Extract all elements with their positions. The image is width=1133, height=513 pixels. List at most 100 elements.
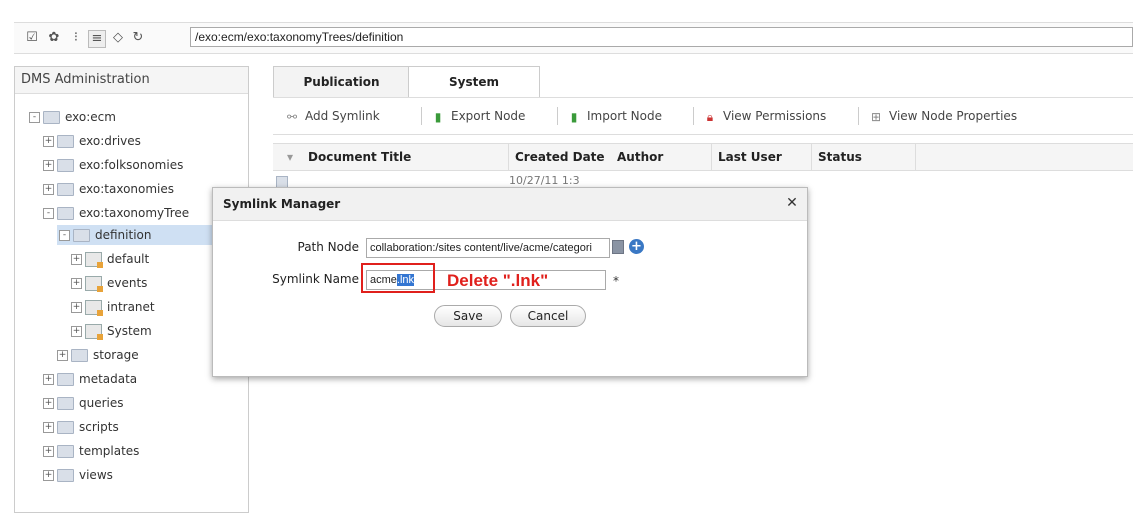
tree-item-label: exo:taxonomies (79, 182, 175, 196)
tree-item[interactable]: + metadata (43, 369, 137, 389)
tree-item[interactable]: + templates (43, 441, 139, 461)
table-header: ▾ Document Title Created Date Author Las… (273, 143, 1133, 171)
tree-item-label: templates (79, 444, 140, 458)
divider (811, 144, 812, 170)
divider (915, 144, 916, 170)
path-node-label: Path Node (297, 240, 360, 254)
add-icon[interactable]: + (629, 239, 644, 254)
properties-icon: ⊞ (870, 109, 882, 124)
tree-item[interactable]: + default (71, 249, 149, 269)
collapse-icon[interactable]: - (43, 208, 54, 219)
column-author[interactable]: Author (617, 144, 663, 170)
export-icon: ▮ (434, 109, 442, 124)
tree-item-label: default (107, 252, 150, 266)
category-icon (85, 276, 103, 292)
action-label: Add Symlink (305, 109, 380, 123)
tree-item-label: queries (79, 396, 124, 410)
tree-item[interactable]: + storage (57, 345, 139, 365)
expand-icon[interactable]: + (71, 326, 82, 337)
category-icon (85, 324, 103, 340)
tree-item[interactable]: + intranet (71, 297, 155, 317)
expand-icon[interactable]: + (43, 184, 54, 195)
collapse-icon[interactable]: - (59, 230, 70, 241)
trash-icon[interactable] (612, 240, 624, 254)
tab-system[interactable]: System (408, 66, 540, 97)
created-date-cell: 10/27/11 1:3 (509, 174, 580, 187)
view-icon[interactable]: ⁝ (68, 30, 84, 46)
action-label: Import Node (587, 109, 662, 123)
folder-icon (57, 397, 74, 410)
expand-icon[interactable]: + (43, 398, 54, 409)
expand-icon[interactable]: + (57, 350, 68, 361)
tree-item[interactable]: - exo:ecm (29, 107, 116, 127)
save-button[interactable]: Save (434, 305, 502, 327)
column-document-title[interactable]: Document Title (308, 144, 411, 170)
folder-icon (57, 135, 74, 148)
panel-title: DMS Administration (15, 67, 248, 94)
expand-icon[interactable]: + (43, 160, 54, 171)
tree-item-label: exo:folksonomies (79, 158, 184, 172)
tree-item[interactable]: + exo:folksonomies (43, 155, 183, 175)
annotation-text: Delete ".lnk" (447, 271, 549, 290)
expand-icon[interactable]: + (43, 374, 54, 385)
expand-icon[interactable]: + (71, 254, 82, 265)
view-permissions-button[interactable]: 🔒︎ View Permissions (703, 107, 826, 125)
tree-item[interactable]: + scripts (43, 417, 119, 437)
list-view-icon[interactable]: ≡ (88, 30, 106, 48)
expand-icon[interactable]: + (43, 446, 54, 457)
folder-icon (57, 469, 74, 482)
tree-item[interactable]: + queries (43, 393, 124, 413)
tree-item[interactable]: + exo:drives (43, 131, 141, 151)
view-node-properties-button[interactable]: ⊞ View Node Properties (869, 107, 1017, 125)
refresh-icon[interactable]: ↻ (130, 30, 146, 46)
close-icon[interactable]: ✕ (785, 196, 799, 210)
expand-icon[interactable]: + (71, 278, 82, 289)
expand-icon[interactable]: + (43, 422, 54, 433)
expand-icon[interactable]: + (71, 302, 82, 313)
tree-item-label: views (79, 468, 113, 482)
settings-icon[interactable]: ✿ (46, 30, 62, 46)
category-icon (85, 252, 103, 268)
folder-icon (43, 111, 60, 124)
address-bar[interactable]: /exo:ecm/exo:taxonomyTrees/definition (190, 27, 1133, 47)
folder-icon (57, 421, 74, 434)
divider (693, 107, 694, 125)
export-node-button[interactable]: ▮ Export Node (431, 107, 526, 125)
divider (557, 107, 558, 125)
dialog-title: Symlink Manager (213, 188, 807, 221)
divider (858, 107, 859, 125)
tree-item[interactable]: + System (71, 321, 152, 341)
add-symlink-button[interactable]: ⚯ Add Symlink (285, 107, 380, 125)
path-node-input[interactable]: collaboration:/sites content/live/acme/c… (366, 238, 610, 258)
expand-icon[interactable]: + (43, 470, 54, 481)
lock-icon: 🔒︎ (706, 109, 714, 124)
import-icon: ▮ (570, 109, 578, 124)
back-icon[interactable]: ◇ (110, 30, 126, 46)
annotation-box (361, 263, 435, 293)
divider (711, 144, 712, 170)
edit-icon[interactable]: ☑ (24, 30, 40, 46)
tree-item[interactable]: - exo:taxonomyTree (43, 203, 189, 223)
column-last-user[interactable]: Last User (718, 144, 782, 170)
tree-item-label: storage (93, 348, 139, 362)
tree-item-label: intranet (107, 300, 155, 314)
tree-item[interactable]: + exo:taxonomies (43, 179, 174, 199)
folder-icon (57, 183, 74, 196)
tab-publication[interactable]: Publication (273, 66, 410, 97)
sort-icon[interactable]: ▾ (287, 144, 293, 170)
tree-item[interactable]: + events (71, 273, 147, 293)
collapse-icon[interactable]: - (29, 112, 40, 123)
folder-icon (57, 445, 74, 458)
tree-item[interactable]: + views (43, 465, 113, 485)
expand-icon[interactable]: + (43, 136, 54, 147)
column-status[interactable]: Status (818, 144, 862, 170)
required-mark: * (613, 274, 619, 288)
folder-icon (71, 349, 88, 362)
cancel-button[interactable]: Cancel (510, 305, 586, 327)
import-node-button[interactable]: ▮ Import Node (567, 107, 662, 125)
column-created-date[interactable]: Created Date (515, 144, 605, 170)
folder-icon (57, 207, 74, 220)
link-icon: ⚯ (286, 109, 298, 124)
action-label: View Permissions (723, 109, 827, 123)
tree-item[interactable]: - definition (57, 225, 221, 245)
